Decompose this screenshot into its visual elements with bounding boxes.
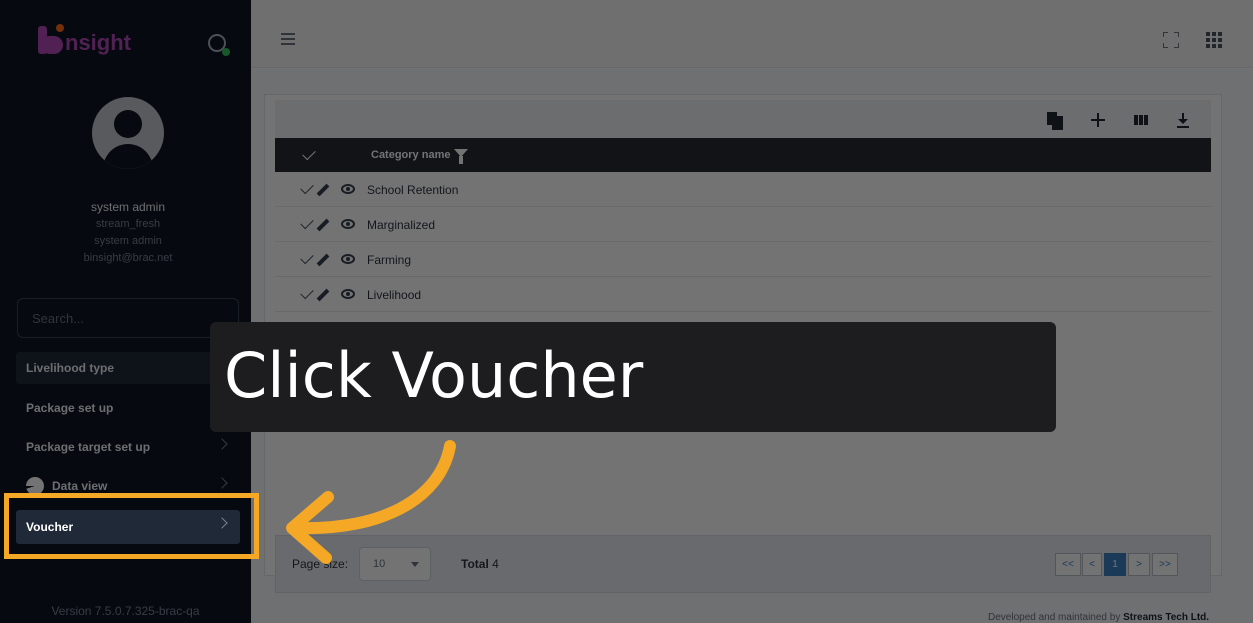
category-name-cell: Farming: [367, 253, 412, 267]
page-size-label: Page size:: [292, 557, 349, 571]
pagination-bar: Page size: 10 Total 4 << < 1 > >>: [275, 535, 1211, 593]
column-header-category-name[interactable]: Category name: [371, 149, 450, 161]
prev-page-button[interactable]: <: [1082, 553, 1102, 576]
sidebar-search-input[interactable]: [17, 298, 239, 338]
menu-toggle-icon[interactable]: [281, 33, 295, 48]
user-username: stream_fresh: [95, 218, 161, 230]
page-size-value: 10: [373, 558, 386, 570]
edit-icon[interactable]: [316, 288, 330, 302]
first-page-button[interactable]: <<: [1055, 553, 1081, 576]
user-name: system admin: [90, 200, 166, 214]
chevron-right-icon: [216, 477, 228, 489]
sidebar-item-livelihood-type[interactable]: Livelihood type: [16, 352, 240, 384]
total-value: 4: [492, 557, 499, 571]
apps-grid-icon[interactable]: [1206, 32, 1222, 48]
version-label: Version 7.5.0.7.325-brac-qa: [51, 604, 200, 618]
edit-icon[interactable]: [316, 218, 330, 232]
logo-mark-icon: [38, 24, 64, 54]
filter-icon[interactable]: [454, 149, 468, 164]
add-icon[interactable]: [1090, 112, 1106, 128]
brand-name: nsight: [65, 30, 131, 55]
table-row[interactable]: Livelihood: [275, 277, 1211, 312]
sidebar-item-label: Livelihood type: [26, 361, 115, 375]
footer-company[interactable]: Streams Tech Ltd.: [1123, 612, 1209, 623]
category-name-cell: Marginalized: [367, 218, 436, 232]
copy-icon[interactable]: [1047, 112, 1063, 130]
sidebar-item-label: Data view: [52, 479, 108, 493]
edit-icon[interactable]: [316, 253, 330, 267]
fullscreen-icon[interactable]: [1163, 32, 1179, 48]
columns-icon[interactable]: [1133, 112, 1149, 128]
category-name-cell: School Retention: [367, 183, 459, 197]
tutorial-callout: Click Voucher: [210, 322, 1056, 432]
sidebar-item-package-target-set-up[interactable]: Package target set up: [16, 431, 240, 463]
top-bar: [251, 0, 1253, 68]
user-info: system admin stream_fresh system admin b…: [0, 198, 256, 267]
page-1-button[interactable]: 1: [1104, 553, 1126, 576]
category-name-cell: Livelihood: [367, 288, 422, 302]
view-icon[interactable]: [341, 254, 355, 264]
footer-prefix: Developed and maintained by: [988, 612, 1121, 623]
sidebar-item-label: Package target set up: [26, 440, 151, 454]
sidebar-item-package-set-up[interactable]: Package set up: [16, 392, 240, 424]
chevron-right-icon: [216, 438, 228, 450]
user-email: binsight@brac.net: [83, 252, 173, 264]
view-icon[interactable]: [341, 184, 355, 194]
select-check-icon[interactable]: [300, 285, 314, 300]
avatar: [92, 97, 164, 169]
view-icon[interactable]: [341, 219, 355, 229]
next-page-button[interactable]: >: [1128, 553, 1150, 576]
view-icon[interactable]: [341, 289, 355, 299]
table-row[interactable]: School Retention: [275, 172, 1211, 207]
page-size-select[interactable]: 10: [359, 547, 431, 581]
select-check-icon[interactable]: [300, 215, 314, 230]
table-row[interactable]: Marginalized: [275, 207, 1211, 242]
table-row[interactable]: Farming: [275, 242, 1211, 277]
caret-down-icon: [411, 562, 419, 567]
user-status-icon[interactable]: [208, 34, 230, 56]
total-count: Total 4: [461, 557, 499, 571]
select-check-icon[interactable]: [300, 180, 314, 195]
footer-credit: Developed and maintained by Streams Tech…: [988, 612, 1209, 623]
edit-icon[interactable]: [316, 183, 330, 197]
download-icon[interactable]: [1175, 112, 1191, 128]
select-all-check-icon[interactable]: [302, 146, 316, 161]
brand-logo[interactable]: nsight: [38, 24, 131, 54]
highlight-frame: [4, 493, 259, 559]
total-label: Total: [461, 557, 489, 571]
table-header: Category name: [275, 138, 1211, 172]
last-page-button[interactable]: >>: [1152, 553, 1178, 576]
sidebar-item-label: Package set up: [26, 401, 114, 415]
user-role: system admin: [94, 235, 162, 247]
select-check-icon[interactable]: [300, 250, 314, 265]
callout-text: Click Voucher: [224, 339, 644, 412]
grid-toolbar: [275, 100, 1211, 138]
